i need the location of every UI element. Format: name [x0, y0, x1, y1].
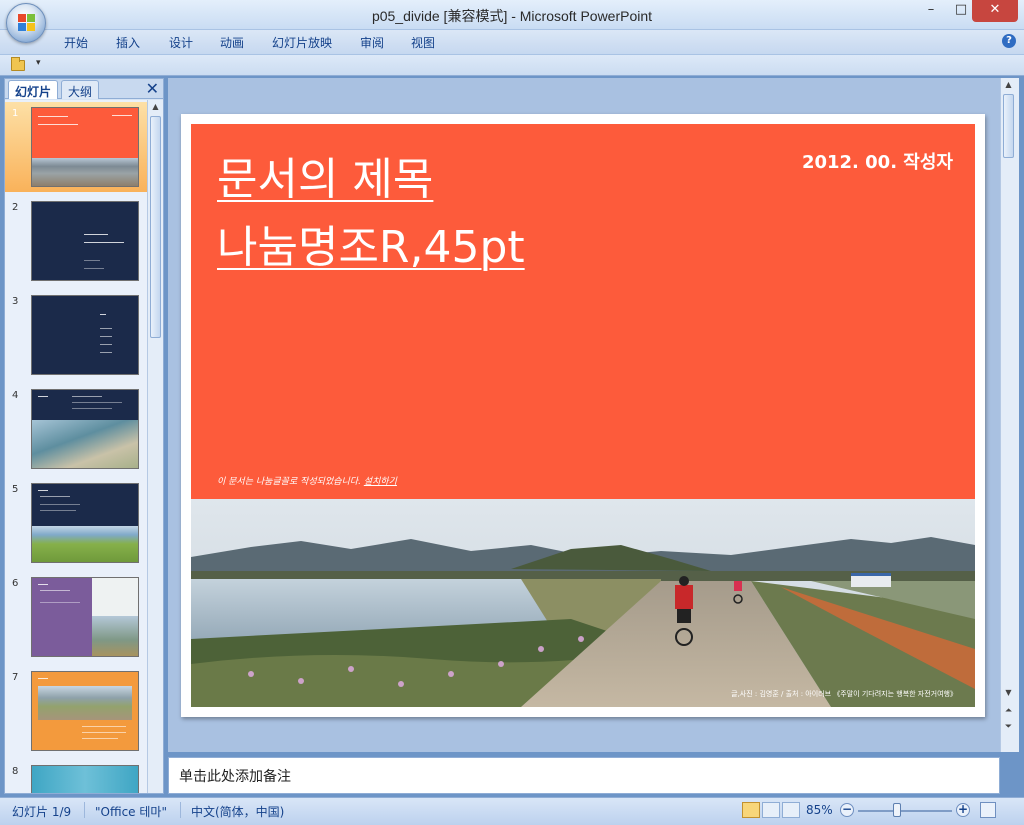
- thumbnail-image: [31, 201, 139, 281]
- fit-to-window-icon[interactable]: [980, 802, 996, 818]
- slide-scrollbar[interactable]: ▲ ▼ ⏶ ⏷: [1000, 78, 1019, 752]
- scroll-up-icon[interactable]: ▲: [148, 102, 163, 111]
- status-bar: 幻灯片 1/9 "Office 테마" 中文(简体，中国) 85% − +: [0, 797, 1024, 825]
- thumbnail-number: 6: [12, 578, 19, 589]
- language-indicator[interactable]: 中文(简体，中国): [191, 803, 284, 820]
- zoom-slider-track[interactable]: [858, 810, 952, 812]
- thumbnail-image: [31, 295, 139, 375]
- normal-view-icon[interactable]: [742, 802, 760, 818]
- zoom-slider-knob[interactable]: [893, 803, 901, 817]
- tab-review[interactable]: 审阅: [360, 34, 384, 51]
- notes-pane[interactable]: 单击此处添加备注: [168, 757, 1000, 794]
- zoom-level[interactable]: 85%: [806, 803, 833, 817]
- install-link[interactable]: 설치하기: [364, 477, 397, 487]
- scrollbar-thumb[interactable]: [150, 116, 161, 338]
- slide-editing-area: 문서의 제목 나눔명조R,45pt 2012. 00. 작성자 이 문서는 나눔…: [168, 78, 1000, 752]
- close-button[interactable]: ✕: [972, 0, 1018, 22]
- scroll-up-icon[interactable]: ▲: [1001, 80, 1016, 89]
- office-button[interactable]: [6, 3, 46, 43]
- ribbon-tabs: 开始 插入 设计 动画 幻灯片放映 审阅 视图 ?: [0, 30, 1024, 54]
- tab-slideshow[interactable]: 幻灯片放映: [272, 34, 332, 51]
- thumbnail-number: 3: [12, 296, 19, 307]
- thumbnail-image: [31, 483, 139, 563]
- slideshow-view-icon[interactable]: [782, 802, 800, 818]
- tab-home[interactable]: 开始: [64, 34, 88, 51]
- scroll-down-icon[interactable]: ▼: [1001, 688, 1016, 697]
- next-slide-icon[interactable]: ⏷: [1001, 722, 1016, 732]
- thumbnail-image: [31, 389, 139, 469]
- quick-access-toolbar: ▾: [0, 54, 1024, 76]
- thumbnail-number: 2: [12, 202, 19, 213]
- thumbnail-number: 8: [12, 766, 19, 777]
- slide-title[interactable]: 문서의 제목 나눔명조R,45pt: [217, 146, 525, 282]
- slide-canvas[interactable]: 문서의 제목 나눔명조R,45pt 2012. 00. 작성자 이 문서는 나눔…: [181, 114, 985, 717]
- thumbnail-slide-2[interactable]: 2: [5, 196, 147, 286]
- thumbnail-slide-3[interactable]: 3: [5, 290, 147, 380]
- thumbnail-slide-5[interactable]: 5: [5, 478, 147, 568]
- slide-scrollbar-thumb[interactable]: [1003, 94, 1014, 158]
- slide-header-block: 문서의 제목 나눔명조R,45pt 2012. 00. 작성자 이 문서는 나눔…: [191, 124, 975, 499]
- thumbnail-image: [31, 577, 139, 657]
- zoom-out-button[interactable]: −: [840, 803, 854, 817]
- tab-outline[interactable]: 大纲: [61, 80, 100, 99]
- close-pane-icon[interactable]: ✕: [146, 79, 159, 98]
- thumbnail-slide-1[interactable]: 1: [5, 102, 147, 192]
- thumbnail-image: [31, 765, 139, 793]
- title-bar: p05_divide [兼容模式] - Microsoft PowerPoint…: [0, 0, 1024, 30]
- thumbnail-slide-8[interactable]: 8: [5, 760, 147, 793]
- slide-font-note[interactable]: 이 문서는 나눔글꼴로 작성되었습니다. 설치하기: [217, 474, 397, 487]
- thumbnail-number: 4: [12, 390, 19, 401]
- thumbnail-image: [31, 671, 139, 751]
- pane-tabs: 幻灯片 大纲 ✕: [5, 79, 163, 99]
- thumbnail-number: 7: [12, 672, 19, 683]
- thumbnail-number: 1: [12, 108, 19, 119]
- thumbnail-slide-4[interactable]: 4: [5, 384, 147, 474]
- notes-placeholder: 单击此处添加备注: [179, 769, 291, 785]
- previous-slide-icon[interactable]: ⏶: [1001, 706, 1016, 716]
- office-logo-icon: [18, 14, 36, 32]
- theme-name: "Office 테마": [95, 805, 167, 819]
- thumbnail-number: 5: [12, 484, 19, 495]
- open-folder-icon[interactable]: [11, 57, 25, 71]
- font-note-text: 이 문서는 나눔글꼴로 작성되었습니다.: [217, 477, 364, 487]
- window-title: p05_divide [兼容模式] - Microsoft PowerPoint: [371, 8, 653, 24]
- slide-photo[interactable]: 글,사진 : 김영훈 / 출처 : 아이러브 《주말이 기다려지는 행복한 자전…: [191, 499, 975, 707]
- customize-qat-icon[interactable]: ▾: [36, 58, 41, 68]
- thumbnail-image: [31, 107, 139, 187]
- slide-title-line-2: 나눔명조R,45pt: [217, 222, 525, 273]
- thumbnail-slide-6[interactable]: 6: [5, 572, 147, 662]
- zoom-in-button[interactable]: +: [956, 803, 970, 817]
- tab-view[interactable]: 视图: [411, 34, 435, 51]
- help-icon[interactable]: ?: [1002, 34, 1016, 48]
- photo-credit: 글,사진 : 김영훈 / 출처 : 아이러브 《주말이 기다려지는 행복한 자전…: [731, 690, 957, 698]
- thumbnail-scrollbar[interactable]: ▲: [147, 100, 163, 793]
- slide-date-author[interactable]: 2012. 00. 작성자: [802, 148, 953, 174]
- slide-sorter-view-icon[interactable]: [762, 802, 780, 818]
- thumbnail-slide-7[interactable]: 7: [5, 666, 147, 756]
- slide-scrollbar-track[interactable]: ▲ ▼ ⏶ ⏷: [1001, 78, 1019, 752]
- minimize-button[interactable]: –: [916, 0, 946, 22]
- cycling-landscape-photo: [191, 499, 975, 707]
- tab-insert[interactable]: 插入: [116, 34, 140, 51]
- slide-position: 幻灯片 1/9: [12, 805, 72, 819]
- thumbnail-list: 1 2 3 4 5 6 7 8: [5, 100, 147, 793]
- tab-slides[interactable]: 幻灯片: [8, 80, 59, 99]
- slides-pane: 幻灯片 大纲 ✕ 1 2 3 4 5 6 7 8 ▲: [4, 78, 164, 794]
- tab-design[interactable]: 设计: [169, 34, 193, 51]
- tab-animation[interactable]: 动画: [220, 34, 244, 51]
- slide-title-line-1: 문서의 제목: [217, 154, 434, 205]
